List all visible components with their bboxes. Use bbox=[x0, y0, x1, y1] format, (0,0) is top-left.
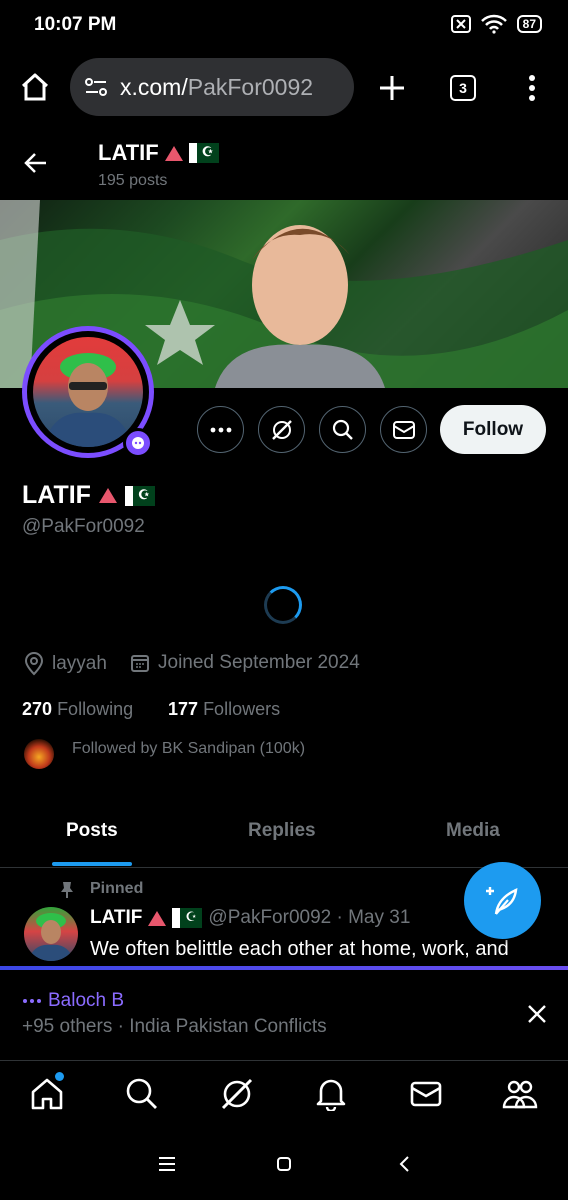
grok-button[interactable] bbox=[258, 406, 305, 453]
loading-spinner bbox=[264, 586, 302, 624]
site-settings-icon[interactable] bbox=[84, 76, 108, 98]
status-time: 10:07 PM bbox=[34, 14, 117, 35]
joined-item: Joined September 2024 bbox=[130, 652, 360, 674]
following-count: 270 bbox=[22, 699, 53, 719]
nav-communities-icon[interactable] bbox=[502, 1077, 538, 1111]
followers-count: 177 bbox=[168, 699, 199, 719]
location-text: layyah bbox=[52, 653, 107, 674]
notification-title-text: Baloch B bbox=[48, 990, 125, 1011]
compose-post-button[interactable] bbox=[464, 862, 541, 939]
following-label: Following bbox=[57, 699, 134, 719]
notification-subtitle: +95 others · India Pakistan Conflicts bbox=[22, 1016, 327, 1037]
active-tab-indicator bbox=[52, 862, 132, 866]
wifi-icon bbox=[480, 14, 507, 34]
red-triangle-emoji bbox=[148, 910, 167, 926]
close-icon[interactable] bbox=[526, 1003, 548, 1025]
red-triangle-emoji bbox=[98, 488, 117, 503]
post-author-name[interactable]: LATIF bbox=[90, 907, 142, 929]
pakistan-flag-icon bbox=[124, 485, 155, 506]
post-text[interactable]: We often belittle each other at home, wo… bbox=[90, 938, 509, 961]
system-back-icon[interactable] bbox=[398, 1156, 410, 1172]
search-profile-button[interactable] bbox=[319, 406, 366, 453]
header-name: LATIF bbox=[98, 140, 219, 166]
more-horiz-icon bbox=[210, 427, 232, 433]
following-link[interactable]: 270 Following bbox=[22, 699, 133, 720]
profile-name: LATIF bbox=[22, 481, 155, 510]
profile-name-text: LATIF bbox=[22, 481, 91, 509]
calendar-icon bbox=[130, 653, 150, 673]
battery-indicator: 87 bbox=[516, 15, 542, 33]
location-pin-icon bbox=[24, 652, 44, 676]
sim-off-icon bbox=[450, 15, 471, 33]
followed-by-avatar bbox=[24, 739, 54, 769]
url-bar[interactable]: x.com/PakFor0092 bbox=[70, 58, 354, 116]
url-text: x.com/PakFor0092 bbox=[120, 74, 313, 101]
notification-panel[interactable] bbox=[0, 970, 568, 1060]
tab-posts[interactable]: Posts bbox=[66, 820, 118, 842]
tab-switcher-button[interactable]: 3 bbox=[450, 75, 476, 101]
grok-icon bbox=[270, 418, 294, 442]
url-path: PakFor0092 bbox=[187, 73, 314, 100]
recent-apps-icon[interactable] bbox=[158, 1156, 176, 1172]
back-arrow-icon[interactable] bbox=[24, 152, 48, 174]
notification-title[interactable]: Baloch B bbox=[22, 990, 124, 1012]
nav-messages-icon[interactable] bbox=[410, 1077, 442, 1111]
nav-search-icon[interactable] bbox=[125, 1077, 159, 1111]
post-header: LATIF @PakFor0092 · May 31 bbox=[90, 907, 410, 929]
pakistan-flag-icon bbox=[188, 143, 219, 163]
bottom-nav-divider bbox=[0, 1060, 568, 1061]
tab-media[interactable]: Media bbox=[446, 820, 500, 842]
followers-label: Followers bbox=[203, 699, 281, 719]
post-handle-date[interactable]: @PakFor0092 · May 31 bbox=[208, 907, 410, 929]
status-icons: 87 bbox=[450, 14, 542, 34]
home-notification-dot bbox=[55, 1072, 64, 1081]
nav-grok-icon[interactable] bbox=[220, 1077, 254, 1111]
pakistan-flag-icon bbox=[172, 908, 203, 928]
url-domain: x.com/ bbox=[120, 73, 188, 100]
post-author-avatar[interactable] bbox=[24, 907, 78, 961]
home-icon[interactable] bbox=[20, 72, 50, 102]
followed-by-text[interactable]: Followed by BK Sandipan (100k) bbox=[72, 740, 305, 758]
verified-badge-icon bbox=[123, 428, 153, 458]
profile-photo bbox=[33, 337, 143, 447]
tab-replies[interactable]: Replies bbox=[248, 820, 316, 842]
pin-icon bbox=[60, 881, 74, 899]
nav-home-icon[interactable] bbox=[30, 1077, 64, 1111]
pinned-label: Pinned bbox=[90, 880, 144, 897]
message-button[interactable] bbox=[380, 406, 427, 453]
compose-feather-icon bbox=[485, 884, 520, 918]
nav-notifications-icon[interactable] bbox=[315, 1077, 347, 1111]
mail-icon bbox=[392, 420, 416, 440]
new-tab-icon[interactable] bbox=[378, 74, 406, 102]
system-home-icon[interactable] bbox=[276, 1156, 292, 1172]
followers-link[interactable]: 177 Followers bbox=[168, 699, 280, 720]
red-triangle-emoji bbox=[164, 145, 183, 161]
header-post-count: 195 posts bbox=[98, 172, 168, 189]
ellipsis-icon bbox=[22, 998, 42, 1004]
search-icon bbox=[332, 419, 354, 441]
profile-handle: @PakFor0092 bbox=[22, 516, 145, 537]
location-item: layyah bbox=[24, 652, 107, 676]
header-name-text: LATIF bbox=[98, 140, 159, 165]
more-options-button[interactable] bbox=[197, 406, 244, 453]
more-vert-icon[interactable] bbox=[528, 74, 536, 102]
follow-button[interactable]: Follow bbox=[440, 405, 546, 454]
joined-text: Joined September 2024 bbox=[158, 652, 360, 673]
